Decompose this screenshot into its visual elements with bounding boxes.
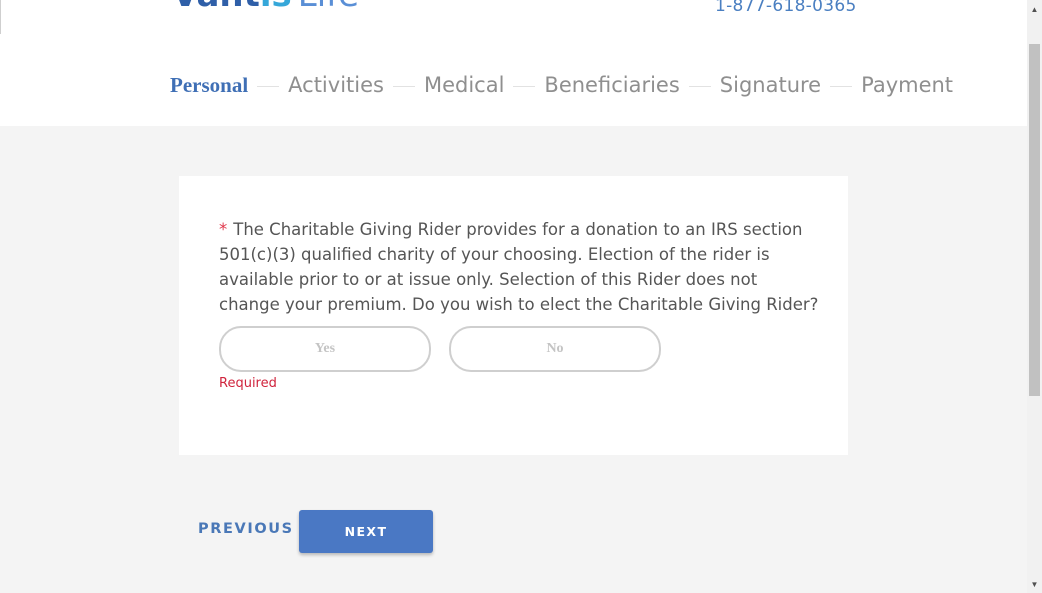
step-separator xyxy=(257,85,280,87)
no-option-button[interactable]: No xyxy=(449,326,661,372)
rider-question: * The Charitable Giving Rider provides fo… xyxy=(219,217,819,317)
step-separator xyxy=(513,85,536,87)
step-separator xyxy=(830,85,853,87)
previous-button[interactable]: PREVIOUS xyxy=(198,521,294,537)
logo-text-life: Life xyxy=(298,0,359,8)
step-separator xyxy=(392,85,415,87)
logo-text-main: Vant xyxy=(172,0,260,8)
step-medical[interactable]: Medical xyxy=(424,73,504,97)
page-scrollbar[interactable]: ▲ ▼ xyxy=(1027,0,1042,593)
vantis-life-logo[interactable]: Vantis Life xyxy=(172,0,359,8)
progress-steps: Personal Activities Medical Beneficiarie… xyxy=(170,70,953,100)
step-signature[interactable]: Signature xyxy=(720,73,821,97)
required-asterisk: * xyxy=(219,220,228,239)
scroll-down-arrow-icon[interactable]: ▼ xyxy=(1027,577,1042,591)
yes-option-button[interactable]: Yes xyxy=(219,326,431,372)
step-activities[interactable]: Activities xyxy=(288,73,384,97)
step-payment[interactable]: Payment xyxy=(861,73,953,97)
next-button[interactable]: NEXT xyxy=(299,510,433,553)
step-beneficiaries[interactable]: Beneficiaries xyxy=(544,73,679,97)
scrollbar-thumb[interactable] xyxy=(1029,44,1040,396)
step-separator xyxy=(688,85,711,87)
phone-number-link[interactable]: 1-877-618-0365 xyxy=(715,0,857,16)
header-divider xyxy=(0,0,1,34)
logo-text-accent: is xyxy=(260,0,292,8)
required-error-message: Required xyxy=(219,376,277,391)
step-personal[interactable]: Personal xyxy=(170,73,248,98)
question-card: * The Charitable Giving Rider provides fo… xyxy=(179,176,848,455)
rider-question-text: The Charitable Giving Rider provides for… xyxy=(219,220,819,314)
scroll-up-arrow-icon[interactable]: ▲ xyxy=(1027,2,1042,16)
site-header: Vantis Life 1-877-618-0365 Personal Activ… xyxy=(0,0,1027,126)
